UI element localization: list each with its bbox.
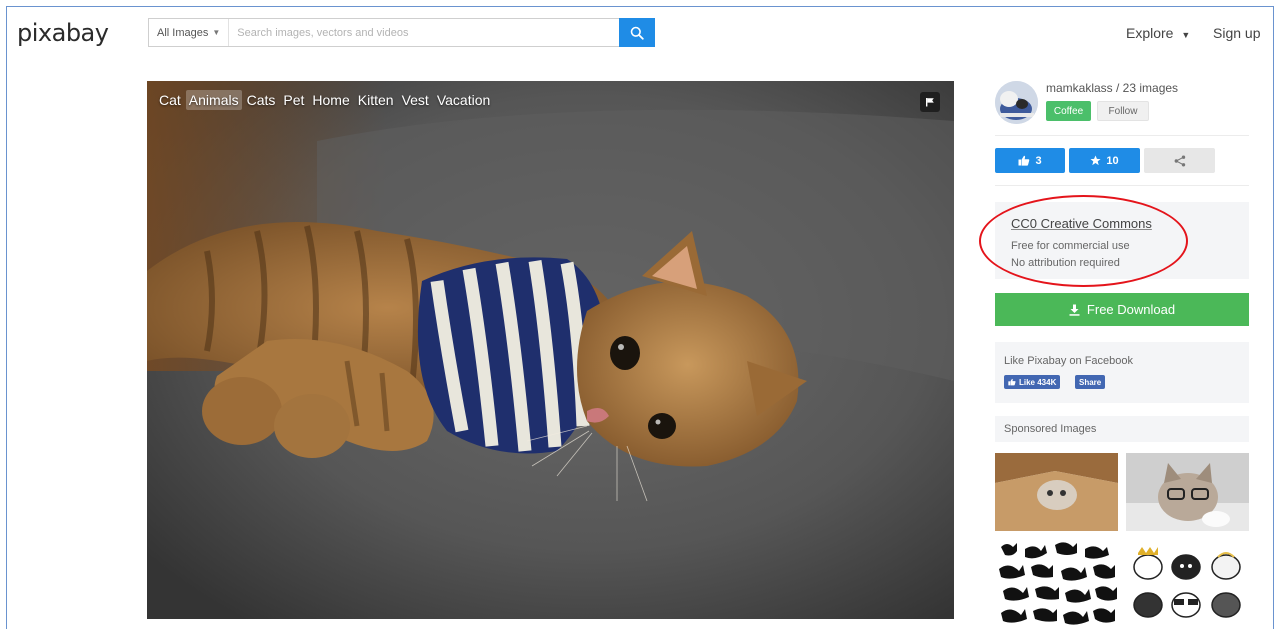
photo-tag[interactable]: Cats xyxy=(244,90,279,110)
license-link[interactable]: CC0 Creative Commons xyxy=(1011,216,1152,231)
search-input[interactable] xyxy=(229,19,619,46)
author-block: mamkaklass / 23 images Coffee Follow xyxy=(995,77,1249,135)
photo-tag[interactable]: Cat xyxy=(156,90,184,110)
search-icon xyxy=(630,26,644,40)
cat-photo-illustration xyxy=(147,81,954,619)
photo-tag[interactable]: Pet xyxy=(280,90,307,110)
explore-label: Explore xyxy=(1126,25,1174,41)
flag-icon xyxy=(926,98,934,107)
right-sidebar: mamkaklass / 23 images Coffee Follow 3 1… xyxy=(979,77,1249,442)
action-buttons: 3 10 xyxy=(995,148,1249,173)
sponsored-cartoon-cats xyxy=(1126,539,1249,629)
sponsored-kitten-with-glasses xyxy=(1126,453,1249,531)
search-filter-label: All Images xyxy=(157,26,209,39)
license-attribution-text: No attribution required xyxy=(1011,257,1120,269)
divider xyxy=(995,135,1249,136)
search-bar: All Images ▼ xyxy=(148,18,655,47)
license-box: CC0 Creative Commons Free for commercial… xyxy=(979,195,1249,287)
top-header: pixabay All Images ▼ Explore ▼ Sign up xyxy=(7,7,1273,59)
browser-page: pixabay All Images ▼ Explore ▼ Sign up xyxy=(6,6,1274,629)
sponsored-header: Sponsored Images xyxy=(995,416,1249,442)
photo-tag[interactable]: Home xyxy=(309,90,352,110)
sponsored-image[interactable] xyxy=(995,453,1118,531)
photo-tag[interactable]: Vest xyxy=(399,90,432,110)
favorite-button[interactable]: 10 xyxy=(1069,148,1140,173)
star-icon xyxy=(1090,155,1101,166)
like-count: 3 xyxy=(1035,154,1042,167)
sponsored-image[interactable] xyxy=(995,539,1118,629)
share-icon xyxy=(1174,155,1185,166)
facebook-title: Like Pixabay on Facebook xyxy=(1004,355,1134,367)
thumbs-up-icon xyxy=(1018,155,1030,166)
signup-link[interactable]: Sign up xyxy=(1213,25,1260,41)
follow-button[interactable]: Follow xyxy=(1097,101,1149,121)
caret-down-icon: ▼ xyxy=(212,28,221,37)
author-avatar[interactable] xyxy=(995,81,1038,124)
caret-down-icon: ▼ xyxy=(1181,30,1191,40)
photo-tag[interactable]: Vacation xyxy=(434,90,493,110)
sponsored-image[interactable] xyxy=(1126,539,1249,629)
thumbs-up-icon xyxy=(1008,378,1016,386)
facebook-like-button[interactable]: Like 434K xyxy=(1004,375,1061,389)
license-commercial-text: Free for commercial use xyxy=(1011,240,1130,252)
author-name[interactable]: mamkaklass / 23 images xyxy=(1046,81,1178,95)
divider xyxy=(995,185,1249,186)
free-download-button[interactable]: Free Download xyxy=(995,293,1249,326)
photo-tag[interactable]: Kitten xyxy=(355,90,397,110)
facebook-like-label: Like 434K xyxy=(1019,377,1057,387)
photo-tag[interactable]: Animals xyxy=(185,90,242,110)
search-filter-dropdown[interactable]: All Images ▼ xyxy=(149,19,230,46)
like-button[interactable]: 3 xyxy=(995,148,1065,173)
facebook-box: Like Pixabay on Facebook Like 434K Share xyxy=(995,342,1249,403)
coffee-button[interactable]: Coffee xyxy=(1046,101,1091,121)
sponsored-image[interactable] xyxy=(1126,453,1249,531)
report-flag-button[interactable] xyxy=(920,92,940,112)
facebook-share-button[interactable]: Share xyxy=(1075,375,1106,389)
search-button[interactable] xyxy=(619,18,655,47)
photo-tags: Cat Animals Cats Pet Home Kitten Vest Vacation xyxy=(156,90,493,110)
download-label: Free Download xyxy=(1086,302,1176,317)
main-photo[interactable]: Cat Animals Cats Pet Home Kitten Vest Vacation xyxy=(147,81,954,619)
download-icon xyxy=(1069,304,1080,316)
share-button[interactable] xyxy=(1144,148,1215,173)
explore-menu[interactable]: Explore ▼ xyxy=(1126,25,1190,41)
sponsored-kitten-in-box xyxy=(995,453,1118,531)
pixabay-logo[interactable]: pixabay xyxy=(17,19,109,47)
sponsored-cat-silhouettes xyxy=(995,539,1118,629)
author-avatar-image xyxy=(995,81,1038,124)
sponsored-label: Sponsored Images xyxy=(1004,423,1097,435)
favorite-count: 10 xyxy=(1106,154,1119,167)
